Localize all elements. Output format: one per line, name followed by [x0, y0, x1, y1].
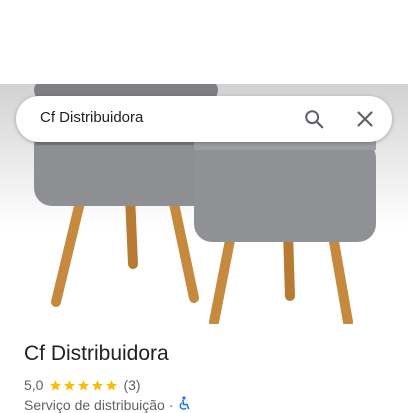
review-count[interactable]: (3)	[123, 377, 140, 393]
star-icon	[50, 379, 62, 390]
close-icon[interactable]	[351, 105, 379, 133]
rating-value: 5,0	[24, 377, 44, 393]
place-title: Cf Distribuidora	[24, 342, 169, 365]
star-icon	[92, 379, 104, 390]
category-row: Serviço de distribuição ·	[24, 396, 190, 413]
category-separator: ·	[168, 396, 174, 413]
front-stool	[194, 140, 376, 324]
search-bar[interactable]: Cf Distribuidora	[16, 96, 392, 142]
search-icon[interactable]	[300, 105, 328, 133]
place-category: Serviço de distribuição	[24, 396, 165, 413]
star-icon	[106, 379, 118, 390]
search-query-text[interactable]: Cf Distribuidora	[40, 109, 143, 126]
star-icon	[78, 379, 90, 390]
star-icon	[64, 379, 76, 390]
rating-stars	[49, 379, 119, 392]
top-blank-area	[0, 0, 408, 84]
wheelchair-icon	[178, 396, 190, 413]
rating-row[interactable]: 5,0 (3)	[24, 376, 141, 394]
